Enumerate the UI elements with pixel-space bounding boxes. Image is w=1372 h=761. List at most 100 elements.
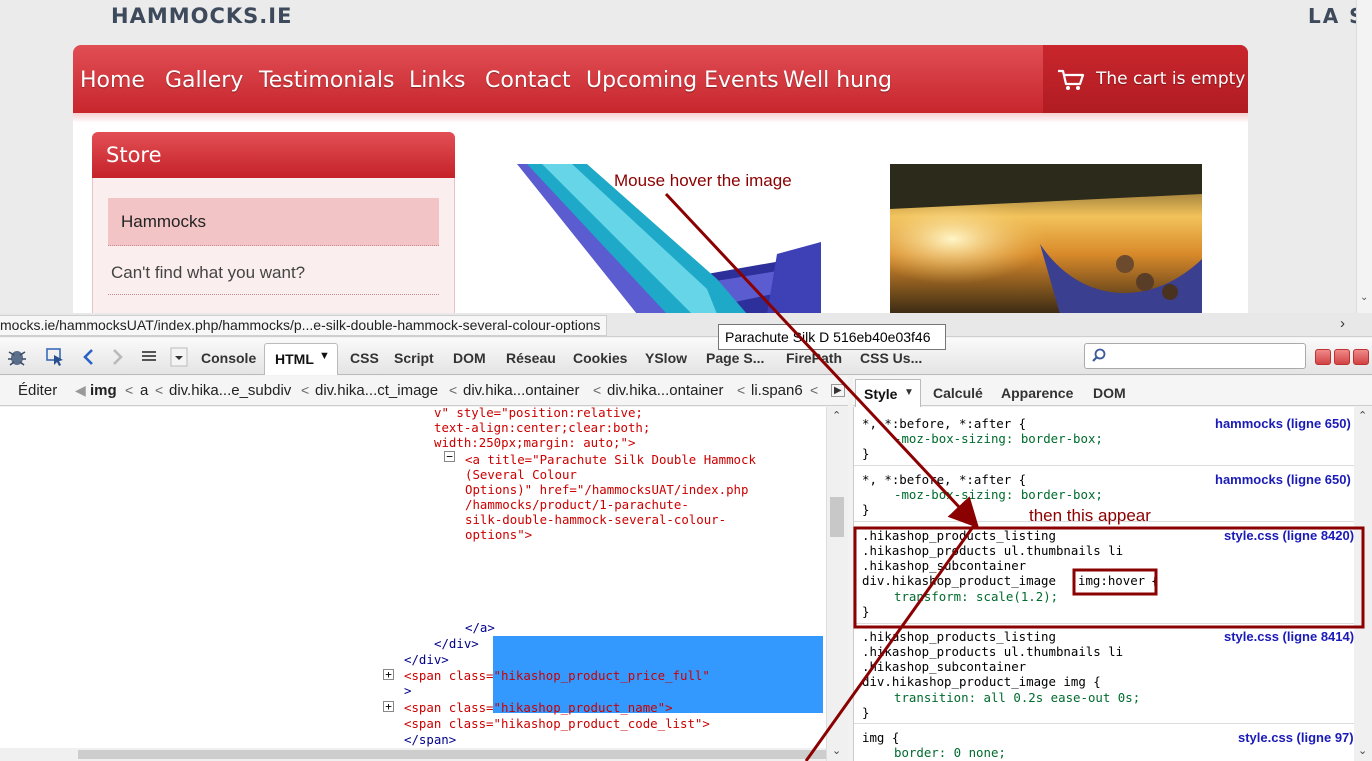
dropdown-arrow-icon[interactable] xyxy=(170,346,188,368)
firebug-panel: mocks.ie/hammocksUAT/index.php/hammocks/… xyxy=(0,313,1372,761)
tab-console[interactable]: Console xyxy=(201,350,256,366)
scroll-down-icon[interactable]: ⌄ xyxy=(832,744,841,757)
breadcrumb-li[interactable]: li.span6 xyxy=(751,382,803,399)
css-declaration[interactable]: -moz-box-sizing: border-box; xyxy=(894,487,1103,502)
close-icon[interactable] xyxy=(1353,349,1369,365)
scrollbar-thumb[interactable] xyxy=(830,497,844,537)
css-source-link[interactable]: hammocks (ligne 650) xyxy=(1215,416,1351,431)
css-selector: img { xyxy=(862,730,900,745)
tab-dom[interactable]: DOM xyxy=(453,350,486,366)
side-tab-dom[interactable]: DOM xyxy=(1093,385,1126,401)
edit-button[interactable]: Éditer xyxy=(18,382,57,399)
html-line[interactable]: <a title="Parachute Silk Double Hammock xyxy=(465,452,756,467)
cart-widget[interactable]: The cart is empty xyxy=(1043,45,1248,113)
html-line: options"> xyxy=(465,527,533,542)
css-selector: div.hikashop_product_image xyxy=(862,573,1064,588)
html-tree-panel[interactable]: v" style="position:relative; text-align:… xyxy=(0,407,826,748)
html-line[interactable]: <span class="hikashop_product_code_list"… xyxy=(404,716,710,731)
css-selector: .hikashop_subcontainer xyxy=(862,659,1027,674)
css-declaration[interactable]: transform: scale(1.2); xyxy=(894,589,1058,604)
nav-testimonials[interactable]: Testimonials xyxy=(259,68,394,93)
detach-icon[interactable] xyxy=(1334,349,1350,365)
tab-yslow[interactable]: YSlow xyxy=(645,350,687,366)
tab-page-speed[interactable]: Page S... xyxy=(706,350,764,366)
rule-divider xyxy=(854,723,1354,724)
page-scrollbar[interactable]: ⌄ xyxy=(1356,0,1372,313)
store-item-cant-find[interactable]: Can't find what you want? xyxy=(108,251,439,295)
side-tab-style[interactable]: Style ▼ xyxy=(855,379,921,407)
css-source-link[interactable]: style.css (ligne 8414) xyxy=(1224,629,1354,644)
scrollbar-thumb[interactable] xyxy=(78,750,826,759)
css-selector: .hikashop_products ul.thumbnails li xyxy=(862,644,1124,659)
html-line: </div> xyxy=(404,652,449,667)
menu-list-icon[interactable] xyxy=(138,346,160,368)
css-style-panel[interactable]: *, *:before, *:after { -moz-box-sizing: … xyxy=(853,407,1354,761)
breadcrumb-container-2[interactable]: div.hika...ontainer xyxy=(607,382,723,399)
nav-gallery[interactable]: Gallery xyxy=(165,68,243,93)
forward-icon[interactable] xyxy=(106,346,128,368)
scroll-down-icon[interactable]: ⌄ xyxy=(1360,292,1368,303)
tab-cookies[interactable]: Cookies xyxy=(573,350,627,366)
firebug-toolbar: Console HTML ▼ CSS Script DOM Réseau Coo… xyxy=(0,338,1372,375)
scroll-left-icon[interactable]: ◀ xyxy=(75,382,86,399)
side-panel-tabs: Style ▼ Calculé Apparence DOM xyxy=(853,376,1372,407)
css-panel-scrollbar[interactable]: ⌃ ⌄ xyxy=(1354,407,1372,761)
img-title-tooltip: Parachute Silk D 516eb40e03f46 xyxy=(718,324,946,350)
html-line[interactable]: <span class="hikashop_product_price_full… xyxy=(404,668,710,683)
css-selector: div.hikashop_product_image img { xyxy=(862,674,1101,689)
tab-css-usage[interactable]: CSS Us... xyxy=(860,350,922,366)
html-line: (Several Colour xyxy=(465,467,577,482)
html-line: 516eb40e03f46" alt="Parachute Silk D xyxy=(497,558,766,573)
html-breadcrumb-bar: Éditer ◀ img < a < div.hika...e_subdiv <… xyxy=(0,376,848,406)
css-source-link[interactable]: hammocks (ligne 650) xyxy=(1215,472,1351,487)
css-selector: *, *:before, *:after { xyxy=(862,472,1027,487)
css-declaration[interactable]: -moz-box-sizing: border-box; xyxy=(894,431,1103,446)
cart-status: The cart is empty xyxy=(1096,69,1246,89)
scroll-right-icon[interactable]: ▶ xyxy=(831,384,845,397)
breadcrumb-container-1[interactable]: div.hika...ontainer xyxy=(463,382,579,399)
product-image-beach[interactable] xyxy=(890,164,1202,313)
collapse-toggle-icon[interactable]: − xyxy=(444,451,455,462)
tab-reseau[interactable]: Réseau xyxy=(506,350,556,366)
breadcrumb-subdiv[interactable]: div.hika...e_subdiv xyxy=(169,382,291,399)
store-item-hammocks[interactable]: Hammocks xyxy=(108,198,439,246)
nav-contact[interactable]: Contact xyxy=(485,68,571,93)
minimize-icon[interactable] xyxy=(1315,349,1331,365)
scroll-down-icon[interactable]: ⌄ xyxy=(1358,744,1367,757)
nav-home[interactable]: Home xyxy=(80,68,145,93)
back-icon[interactable] xyxy=(78,346,100,368)
scroll-up-icon[interactable]: ⌃ xyxy=(1358,409,1367,422)
tab-script[interactable]: Script xyxy=(394,350,434,366)
html-panel-hscrollbar[interactable] xyxy=(0,748,826,761)
html-line[interactable]: <span class="hikashop_product_name"> xyxy=(404,700,673,715)
css-brace: } xyxy=(862,604,870,619)
css-selector: .hikashop_products_listing xyxy=(862,629,1056,644)
html-panel-scrollbar[interactable]: ⌃ ⌄ xyxy=(826,407,848,761)
css-source-link[interactable]: style.css (ligne 8420) xyxy=(1224,528,1354,543)
css-source-link[interactable]: style.css (ligne 97) xyxy=(1238,730,1354,745)
expand-toggle-icon[interactable]: + xyxy=(383,669,394,680)
html-line: text-align:center;clear:both; xyxy=(434,420,651,435)
tab-html[interactable]: HTML ▼ xyxy=(264,343,338,375)
tab-firepath[interactable]: FirePath xyxy=(786,350,842,366)
breadcrumb-sep-icon: < xyxy=(155,382,164,398)
nav-well-hung[interactable]: Well hung xyxy=(783,68,892,93)
breadcrumb-a[interactable]: a xyxy=(140,382,148,399)
firebug-search-input[interactable] xyxy=(1084,343,1306,369)
nav-links[interactable]: Links xyxy=(409,68,466,93)
nav-upcoming-events[interactable]: Upcoming Events xyxy=(586,68,779,93)
inspect-element-icon[interactable] xyxy=(44,346,66,368)
css-brace: } xyxy=(862,705,870,720)
css-declaration[interactable]: border: 0 none; xyxy=(894,745,1006,760)
chevron-right-icon[interactable]: › xyxy=(1340,315,1345,332)
side-tab-calcule[interactable]: Calculé xyxy=(933,385,983,401)
scroll-up-icon[interactable]: ⌃ xyxy=(832,409,841,422)
side-tab-apparence[interactable]: Apparence xyxy=(1001,385,1073,401)
tab-css[interactable]: CSS xyxy=(350,350,379,366)
firebug-bug-icon[interactable] xyxy=(6,346,28,368)
breadcrumb-product-image[interactable]: div.hika...ct_image xyxy=(315,382,438,399)
expand-toggle-icon[interactable]: + xyxy=(383,701,394,712)
site-logo[interactable]: HAMMOCKS.IE xyxy=(111,4,292,28)
css-declaration[interactable]: transition: all 0.2s ease-out 0s; xyxy=(894,690,1140,705)
breadcrumb-img[interactable]: img xyxy=(90,382,117,399)
